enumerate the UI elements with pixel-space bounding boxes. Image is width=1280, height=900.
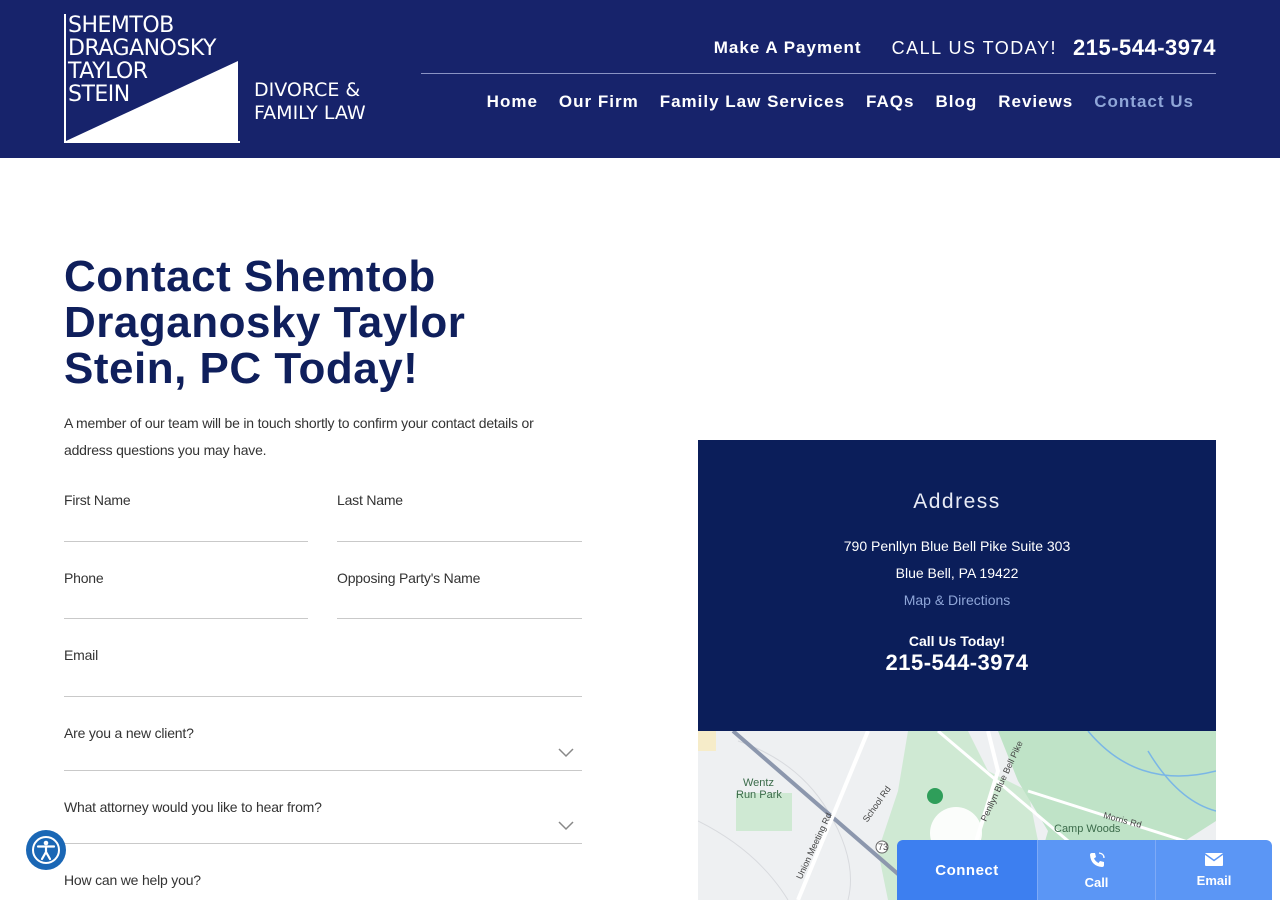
- call-us-label: CALL US TODAY!: [891, 37, 1057, 58]
- opposing-party-input[interactable]: [337, 594, 582, 616]
- address-panel: Address 790 Penllyn Blue Bell Pike Suite…: [698, 440, 1216, 731]
- address-title: Address: [913, 490, 1001, 513]
- email-input[interactable]: [64, 672, 582, 694]
- map-label: Wentz: [743, 777, 774, 789]
- last-name-label: Last Name: [337, 492, 403, 508]
- header-phone-link[interactable]: 215-544-3974: [1073, 35, 1216, 61]
- chevron-down-icon: [558, 821, 574, 831]
- map-label: Run Park: [736, 789, 782, 801]
- attorney-select[interactable]: What attorney would you like to hear fro…: [64, 799, 582, 844]
- chevron-down-icon: [558, 748, 574, 758]
- email-field: Email: [64, 647, 582, 697]
- accessibility-button[interactable]: [26, 830, 66, 870]
- last-name-input[interactable]: [337, 517, 582, 539]
- last-name-field: Last Name: [337, 492, 582, 542]
- site-header: SHEMTOB DRAGANOSKY TAYLOR STEIN DIVORCE …: [0, 0, 1280, 158]
- email-button-label: Email: [1196, 873, 1232, 888]
- opposing-party-label: Opposing Party's Name: [337, 570, 481, 586]
- email-label: Email: [64, 647, 99, 663]
- address-line-1: 790 Penllyn Blue Bell Pike Suite 303: [843, 538, 1071, 554]
- logo-subtitle: DIVORCE & FAMILY LAW: [254, 79, 366, 125]
- new-client-select[interactable]: Are you a new client?: [64, 725, 582, 771]
- connect-button[interactable]: Connect: [897, 840, 1037, 900]
- nav-item-faqs[interactable]: FAQs: [866, 92, 914, 112]
- help-label: How can we help you?: [64, 872, 201, 888]
- opposing-party-field: Opposing Party's Name: [337, 570, 582, 619]
- main-nav: Home Our Firm Family Law Services FAQs B…: [487, 92, 1194, 112]
- address-call-label: Call Us Today!: [908, 633, 1006, 649]
- map-label: 73: [878, 842, 889, 852]
- logo-sub-line: DIVORCE &: [254, 79, 361, 101]
- nav-item-our-firm[interactable]: Our Firm: [559, 92, 639, 112]
- logo-sub-line: FAMILY LAW: [254, 102, 366, 124]
- phone-field: Phone: [64, 570, 308, 619]
- email-button[interactable]: Email: [1155, 840, 1272, 900]
- phone-input[interactable]: [64, 594, 308, 616]
- nav-item-reviews[interactable]: Reviews: [998, 92, 1073, 112]
- make-payment-link[interactable]: Make A Payment: [714, 38, 862, 58]
- call-button[interactable]: Call: [1037, 840, 1155, 900]
- nav-item-blog[interactable]: Blog: [935, 92, 977, 112]
- attorney-label: What attorney would you like to hear fro…: [64, 799, 322, 815]
- first-name-label: First Name: [64, 492, 131, 508]
- logo-name-line: DRAGANOSKY: [68, 36, 216, 61]
- intro-text: A member of our team will be in touch sh…: [64, 415, 534, 458]
- logo[interactable]: SHEMTOB DRAGANOSKY TAYLOR STEIN DIVORCE …: [64, 14, 374, 144]
- address-phone-link[interactable]: 215-544-3974: [698, 650, 1216, 676]
- phone-label: Phone: [64, 570, 104, 586]
- logo-name-line: STEIN: [68, 82, 130, 107]
- nav-item-home[interactable]: Home: [487, 92, 538, 112]
- first-name-field: First Name: [64, 492, 308, 542]
- address-line-2: Blue Bell, PA 19422: [895, 565, 1019, 581]
- connect-bar: Connect Call Email: [897, 840, 1272, 900]
- first-name-input[interactable]: [64, 517, 308, 539]
- new-client-label: Are you a new client?: [64, 725, 194, 741]
- map-label: Camp Woods: [1054, 823, 1121, 835]
- nav-item-family-law-services[interactable]: Family Law Services: [660, 92, 845, 112]
- page-title: Contact Shemtob Draganosky Taylor Stein,…: [64, 252, 466, 393]
- map-directions-link[interactable]: Map & Directions: [698, 592, 1216, 608]
- logo-name: SHEMTOB DRAGANOSKY TAYLOR STEIN: [68, 14, 216, 106]
- help-field[interactable]: How can we help you?: [64, 872, 582, 900]
- envelope-icon: [1204, 853, 1224, 866]
- nav-item-contact-us[interactable]: Contact Us: [1094, 92, 1194, 112]
- call-button-label: Call: [1084, 874, 1109, 890]
- logo-name-line: TAYLOR: [68, 59, 148, 84]
- logo-name-line: SHEMTOB: [68, 13, 174, 38]
- accessibility-icon: [32, 836, 60, 864]
- header-divider: [421, 73, 1216, 74]
- header-top-row: Make A Payment CALL US TODAY! 215-544-39…: [714, 34, 1216, 62]
- phone-icon: [1089, 851, 1105, 867]
